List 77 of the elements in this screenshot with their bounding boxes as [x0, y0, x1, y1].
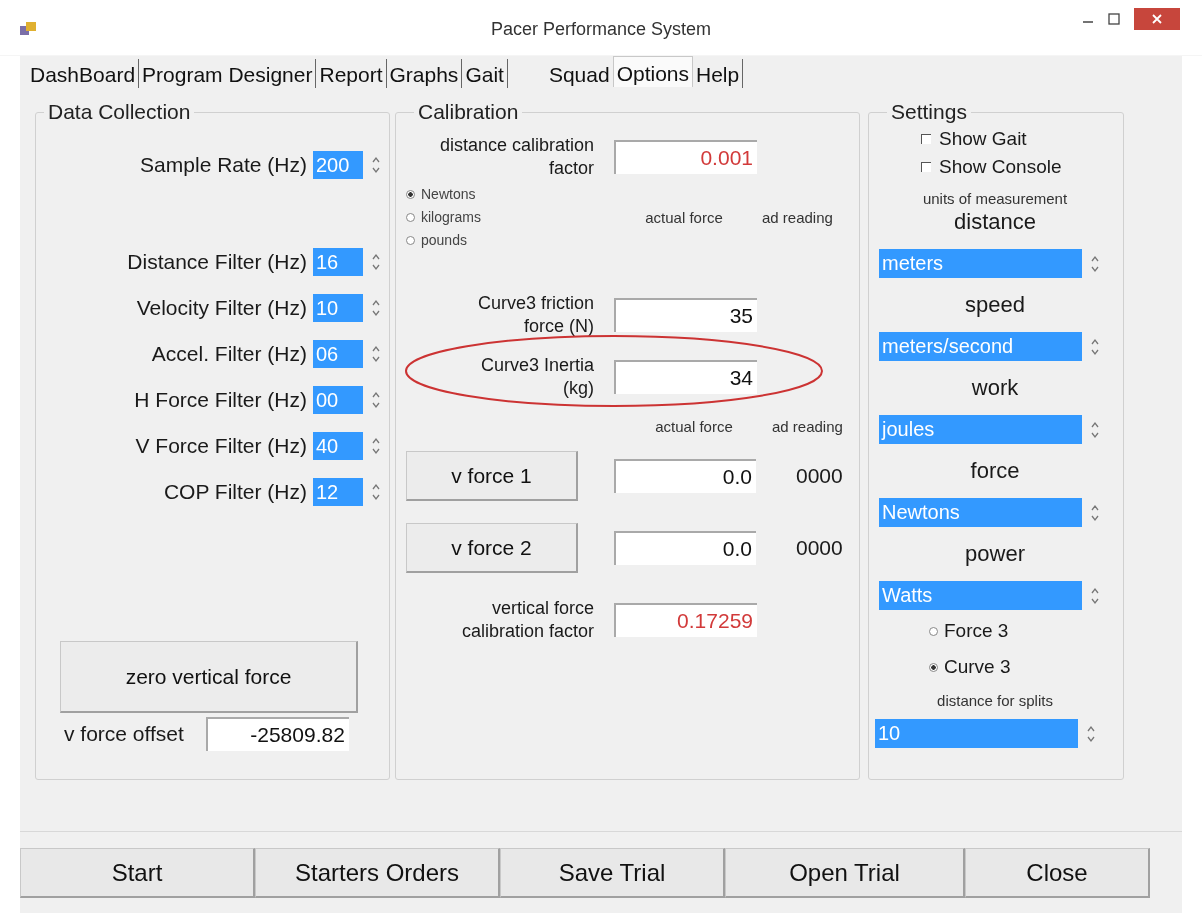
tab[interactable]: Help: [693, 59, 744, 88]
column-header: ad reading: [762, 208, 833, 226]
friction-field[interactable]: 35: [614, 298, 757, 332]
field-label: Sample Rate (Hz): [140, 153, 307, 177]
field-label: Velocity Filter (Hz): [136, 296, 307, 320]
radio-button[interactable]: [406, 212, 415, 222]
app-icon: [20, 22, 36, 36]
ad-reading: 0000: [796, 536, 843, 560]
panel-title: Calibration: [417, 100, 520, 124]
field-label: H Force Filter (Hz): [134, 388, 307, 412]
radio-button[interactable]: [406, 189, 415, 199]
spinner-arrows-icon[interactable]: [371, 155, 381, 175]
close-window-button[interactable]: [1134, 8, 1180, 30]
tab[interactable]: Gait: [462, 59, 508, 88]
column-header: actual force: [654, 418, 734, 435]
close-icon[interactable]: [1152, 14, 1162, 24]
tab[interactable]: Squad: [545, 59, 613, 88]
radio-button[interactable]: [406, 235, 415, 245]
field-label: V Force Filter (Hz): [135, 434, 307, 458]
spinner-arrows-icon[interactable]: [371, 252, 381, 272]
unit-label: speed: [964, 291, 1026, 319]
field-label: v force offset: [64, 722, 184, 746]
zero-force-button[interactable]: zero vertical force: [60, 641, 358, 713]
inertia-field[interactable]: 34: [614, 360, 757, 394]
section-label: distance for splits: [936, 692, 1054, 709]
calibration-factor-field[interactable]: 0.17259: [614, 603, 757, 637]
offset-field[interactable]: -25809.82: [205, 717, 349, 751]
radio-label: pounds: [421, 232, 467, 248]
tab[interactable]: Program Designer: [139, 59, 317, 88]
footer-button[interactable]: Starters Orders: [255, 848, 500, 898]
checkbox[interactable]: [921, 134, 931, 144]
radio-label: kilograms: [421, 209, 481, 225]
radio-button[interactable]: [929, 662, 938, 672]
ad-reading: 0000: [796, 464, 843, 488]
section-label: units of measurement: [921, 190, 1069, 207]
unit-label: distance: [953, 208, 1037, 236]
radio-label: Curve 3: [944, 656, 1011, 678]
footer-button[interactable]: Start: [20, 848, 255, 898]
field-label: COP Filter (Hz): [163, 480, 307, 504]
checkbox[interactable]: [921, 162, 931, 172]
panel-title: Settings: [890, 100, 968, 124]
window-title: Pacer Performance System: [490, 18, 712, 40]
column-header: ad reading: [772, 418, 843, 435]
unit-label: power: [964, 540, 1026, 568]
field-label: Curve3 Inertia (kg): [479, 354, 594, 400]
field-label: distance calibration factor: [438, 134, 594, 180]
calibrate-button[interactable]: v force 1: [406, 451, 578, 501]
spinner-arrows-icon[interactable]: [371, 436, 381, 456]
maximize-icon[interactable]: [1108, 13, 1120, 25]
calibration-factor-field[interactable]: 0.001: [614, 140, 757, 174]
spinner-arrows-icon[interactable]: [371, 390, 381, 410]
force-field[interactable]: 0.0: [614, 531, 756, 565]
field-label: Accel. Filter (Hz): [151, 342, 307, 366]
radio-button[interactable]: [929, 626, 938, 636]
checkbox-label: Show Console: [939, 156, 1062, 178]
tab[interactable]: Options: [612, 56, 693, 87]
tab[interactable]: Graphs: [386, 59, 463, 88]
field-label: Distance Filter (Hz): [127, 250, 307, 274]
field-label: vertical force calibration factor: [460, 597, 594, 643]
radio-label: Force 3: [944, 620, 1009, 642]
spinner-arrows-icon[interactable]: [371, 298, 381, 318]
panel-title: Data Collection: [47, 100, 192, 124]
force-field[interactable]: 0.0: [614, 459, 756, 493]
unit-label: force: [969, 457, 1021, 485]
calibrate-button[interactable]: v force 2: [406, 523, 578, 573]
footer-button[interactable]: Close: [965, 848, 1150, 898]
field-label: Curve3 friction force (N): [476, 292, 594, 338]
checkbox-label: Show Gait: [939, 128, 1027, 150]
spinner-arrows-icon[interactable]: [371, 482, 381, 502]
unit-label: work: [970, 374, 1020, 402]
radio-label: Newtons: [421, 186, 476, 202]
tab[interactable]: Report: [316, 59, 387, 88]
column-header: actual force: [644, 208, 724, 226]
tab[interactable]: DashBoard: [27, 59, 140, 88]
footer-button[interactable]: Save Trial: [500, 848, 725, 898]
footer-button[interactable]: Open Trial: [725, 848, 965, 898]
spinner-arrows-icon[interactable]: [371, 344, 381, 364]
